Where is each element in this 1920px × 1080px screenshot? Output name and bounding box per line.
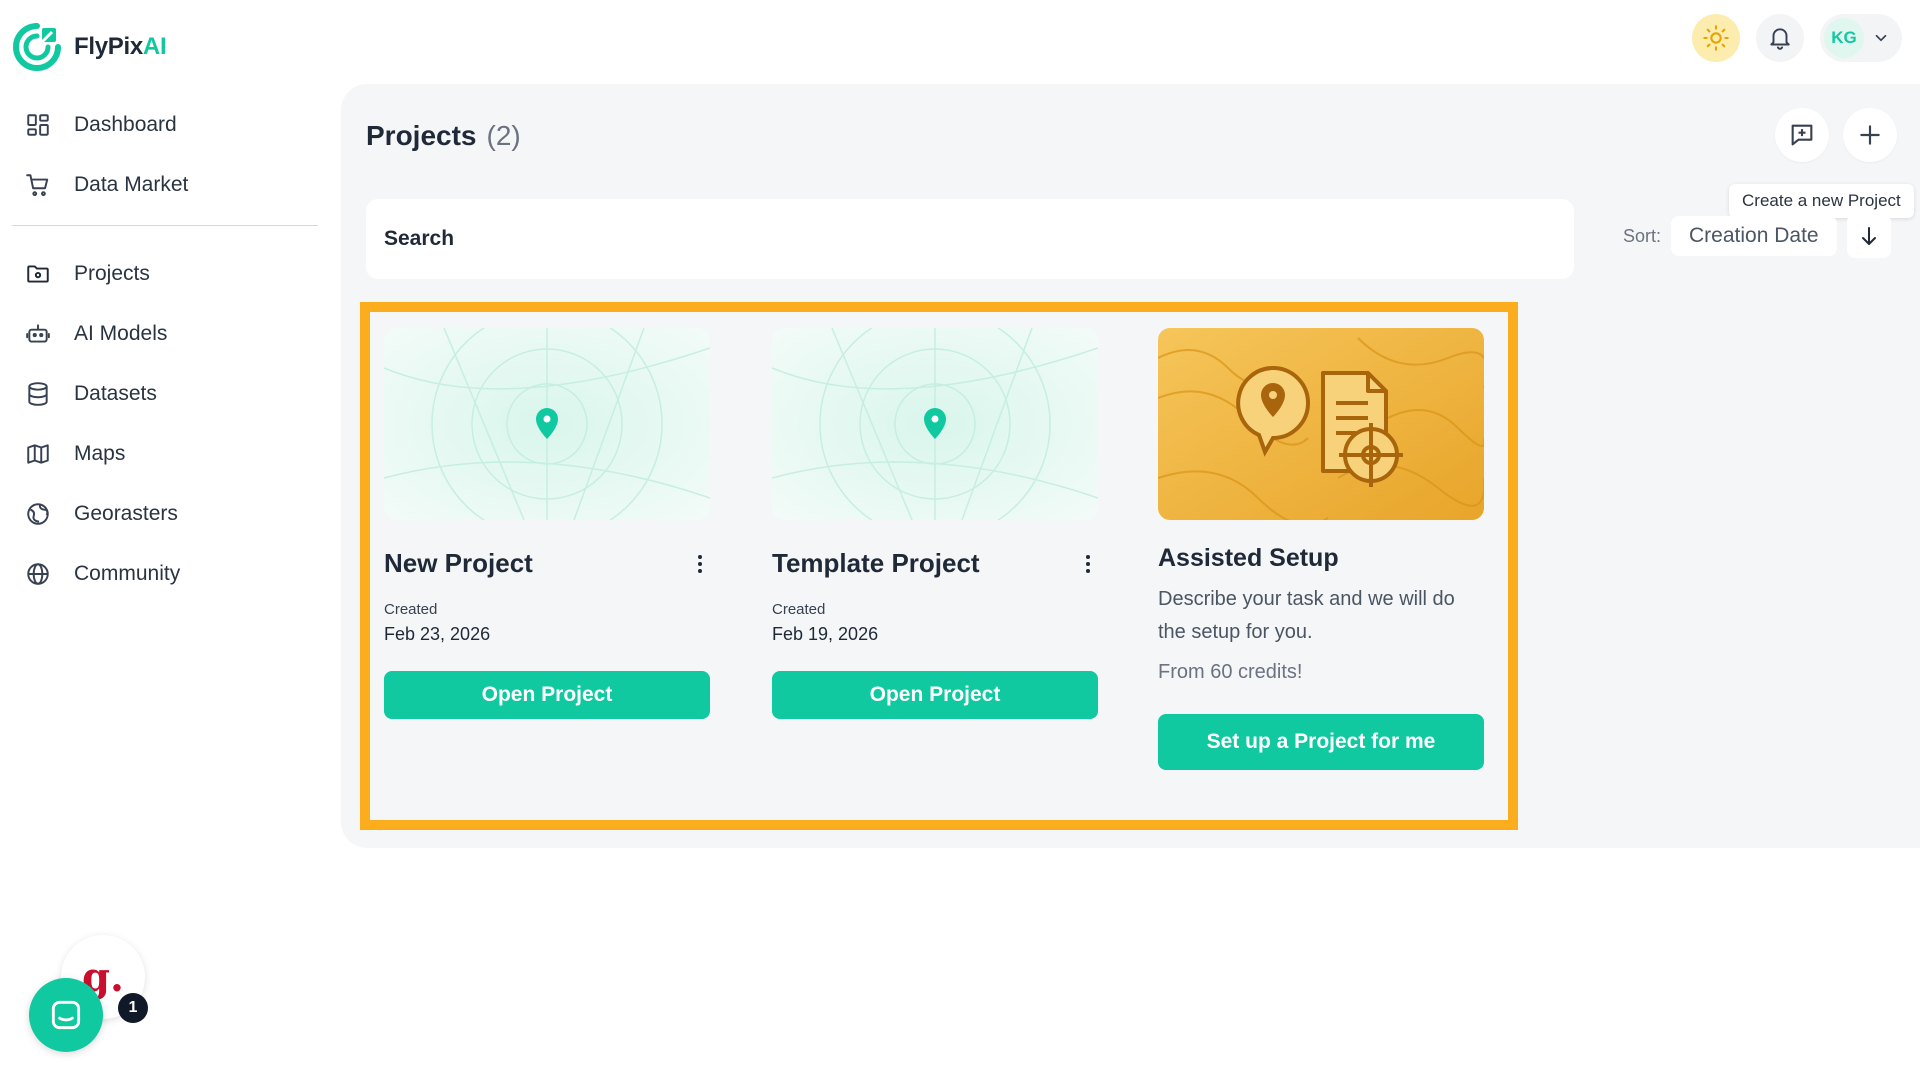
- cart-icon: [24, 171, 52, 199]
- sun-icon: [1703, 25, 1729, 51]
- project-card: Template Project Created Feb 19, 2026 Op…: [772, 328, 1098, 719]
- sidebar-item-label: Community: [74, 562, 181, 585]
- sidebar-item-label: Datasets: [74, 382, 157, 405]
- user-menu[interactable]: KG: [1820, 14, 1902, 62]
- project-menu-button[interactable]: [690, 549, 710, 579]
- theme-toggle-button[interactable]: [1692, 14, 1740, 62]
- sidebar-item-label: Maps: [74, 442, 126, 465]
- notifications-button[interactable]: [1756, 14, 1804, 62]
- sidebar-item-label: Projects: [74, 262, 150, 285]
- search-input[interactable]: Search: [366, 199, 1574, 279]
- arrow-down-icon: [1861, 227, 1876, 245]
- setup-project-button[interactable]: Set up a Project for me: [1158, 714, 1484, 770]
- folder-icon: [24, 260, 52, 288]
- assisted-setup-credits: From 60 credits!: [1158, 661, 1303, 683]
- sidebar: Dashboard Data Market Projects AI Models…: [12, 95, 318, 604]
- assisted-setup-illustration: [1158, 328, 1484, 520]
- feedback-button[interactable]: [1775, 108, 1829, 162]
- created-label: Created: [384, 601, 438, 618]
- sidebar-item-label: Georasters: [74, 502, 178, 525]
- top-bar: KG: [1692, 14, 1902, 62]
- bell-icon: [1770, 28, 1790, 50]
- project-menu-button[interactable]: [1078, 549, 1098, 579]
- dashboard-icon: [24, 111, 52, 139]
- project-card: New Project Created Feb 23, 2026 Open Pr…: [384, 328, 710, 719]
- created-label: Created: [772, 601, 826, 618]
- chevron-down-icon: [1875, 34, 1887, 42]
- sort-direction-button[interactable]: [1846, 214, 1891, 258]
- sidebar-item-dashboard[interactable]: Dashboard: [12, 95, 318, 155]
- sidebar-item-ai-models[interactable]: AI Models: [12, 304, 318, 364]
- created-date: Feb 19, 2026: [772, 624, 879, 644]
- chat-launcher-button[interactable]: [29, 978, 103, 1052]
- assisted-setup-card: Assisted Setup Describe your task and we…: [1158, 328, 1484, 770]
- avatar: KG: [1824, 18, 1864, 58]
- unread-count-badge: 1: [118, 993, 148, 1023]
- sidebar-item-label: AI Models: [74, 322, 168, 345]
- sort-label: Sort:: [1623, 225, 1662, 246]
- assisted-setup-title: Assisted Setup: [1158, 544, 1339, 572]
- sidebar-item-data-market[interactable]: Data Market: [12, 155, 318, 215]
- sidebar-item-maps[interactable]: Maps: [12, 424, 318, 484]
- sidebar-item-datasets[interactable]: Datasets: [12, 364, 318, 424]
- sidebar-item-projects[interactable]: Projects: [12, 244, 318, 304]
- more-vertical-icon: [1086, 554, 1090, 573]
- sidebar-item-community[interactable]: Community: [12, 544, 318, 604]
- project-thumbnail[interactable]: [384, 328, 710, 520]
- project-thumbnail[interactable]: [772, 328, 1098, 520]
- page-title: Projects (2): [366, 120, 521, 151]
- flypix-logo-icon: [13, 23, 61, 71]
- globe-grid-icon: [24, 500, 52, 528]
- chat-icon: [51, 1000, 81, 1030]
- app-name: FlyPixAI: [74, 33, 167, 60]
- project-name[interactable]: Template Project: [772, 548, 980, 579]
- sort-controls: Sort: Creation Date: [1623, 214, 1891, 258]
- project-name[interactable]: New Project: [384, 548, 533, 579]
- sidebar-divider: [12, 225, 318, 226]
- plus-icon: [1860, 125, 1880, 145]
- search-label: Search: [384, 227, 455, 250]
- create-project-button[interactable]: [1843, 108, 1897, 162]
- project-count: (2): [486, 120, 521, 151]
- open-project-button[interactable]: Open Project: [384, 671, 710, 719]
- open-project-button[interactable]: Open Project: [772, 671, 1098, 719]
- map-icon: [24, 440, 52, 468]
- projects-panel: Projects (2) Create a new Project Search …: [341, 84, 1920, 848]
- sort-select[interactable]: Creation Date: [1671, 216, 1837, 256]
- more-vertical-icon: [698, 554, 702, 573]
- app-logo[interactable]: FlyPixAI: [12, 22, 167, 72]
- assisted-setup-description: Describe your task and we will do the se…: [1158, 588, 1455, 643]
- database-icon: [24, 380, 52, 408]
- sidebar-item-georasters[interactable]: Georasters: [12, 484, 318, 544]
- robot-icon: [24, 320, 52, 348]
- message-plus-icon: [1791, 124, 1813, 146]
- sidebar-item-label: Dashboard: [74, 113, 177, 136]
- created-date: Feb 23, 2026: [384, 624, 491, 644]
- project-cards-grid: New Project Created Feb 23, 2026 Open Pr…: [360, 302, 1518, 830]
- create-project-tooltip: Create a new Project: [1729, 184, 1914, 218]
- sidebar-item-label: Data Market: [74, 173, 189, 196]
- globe-icon: [24, 560, 52, 588]
